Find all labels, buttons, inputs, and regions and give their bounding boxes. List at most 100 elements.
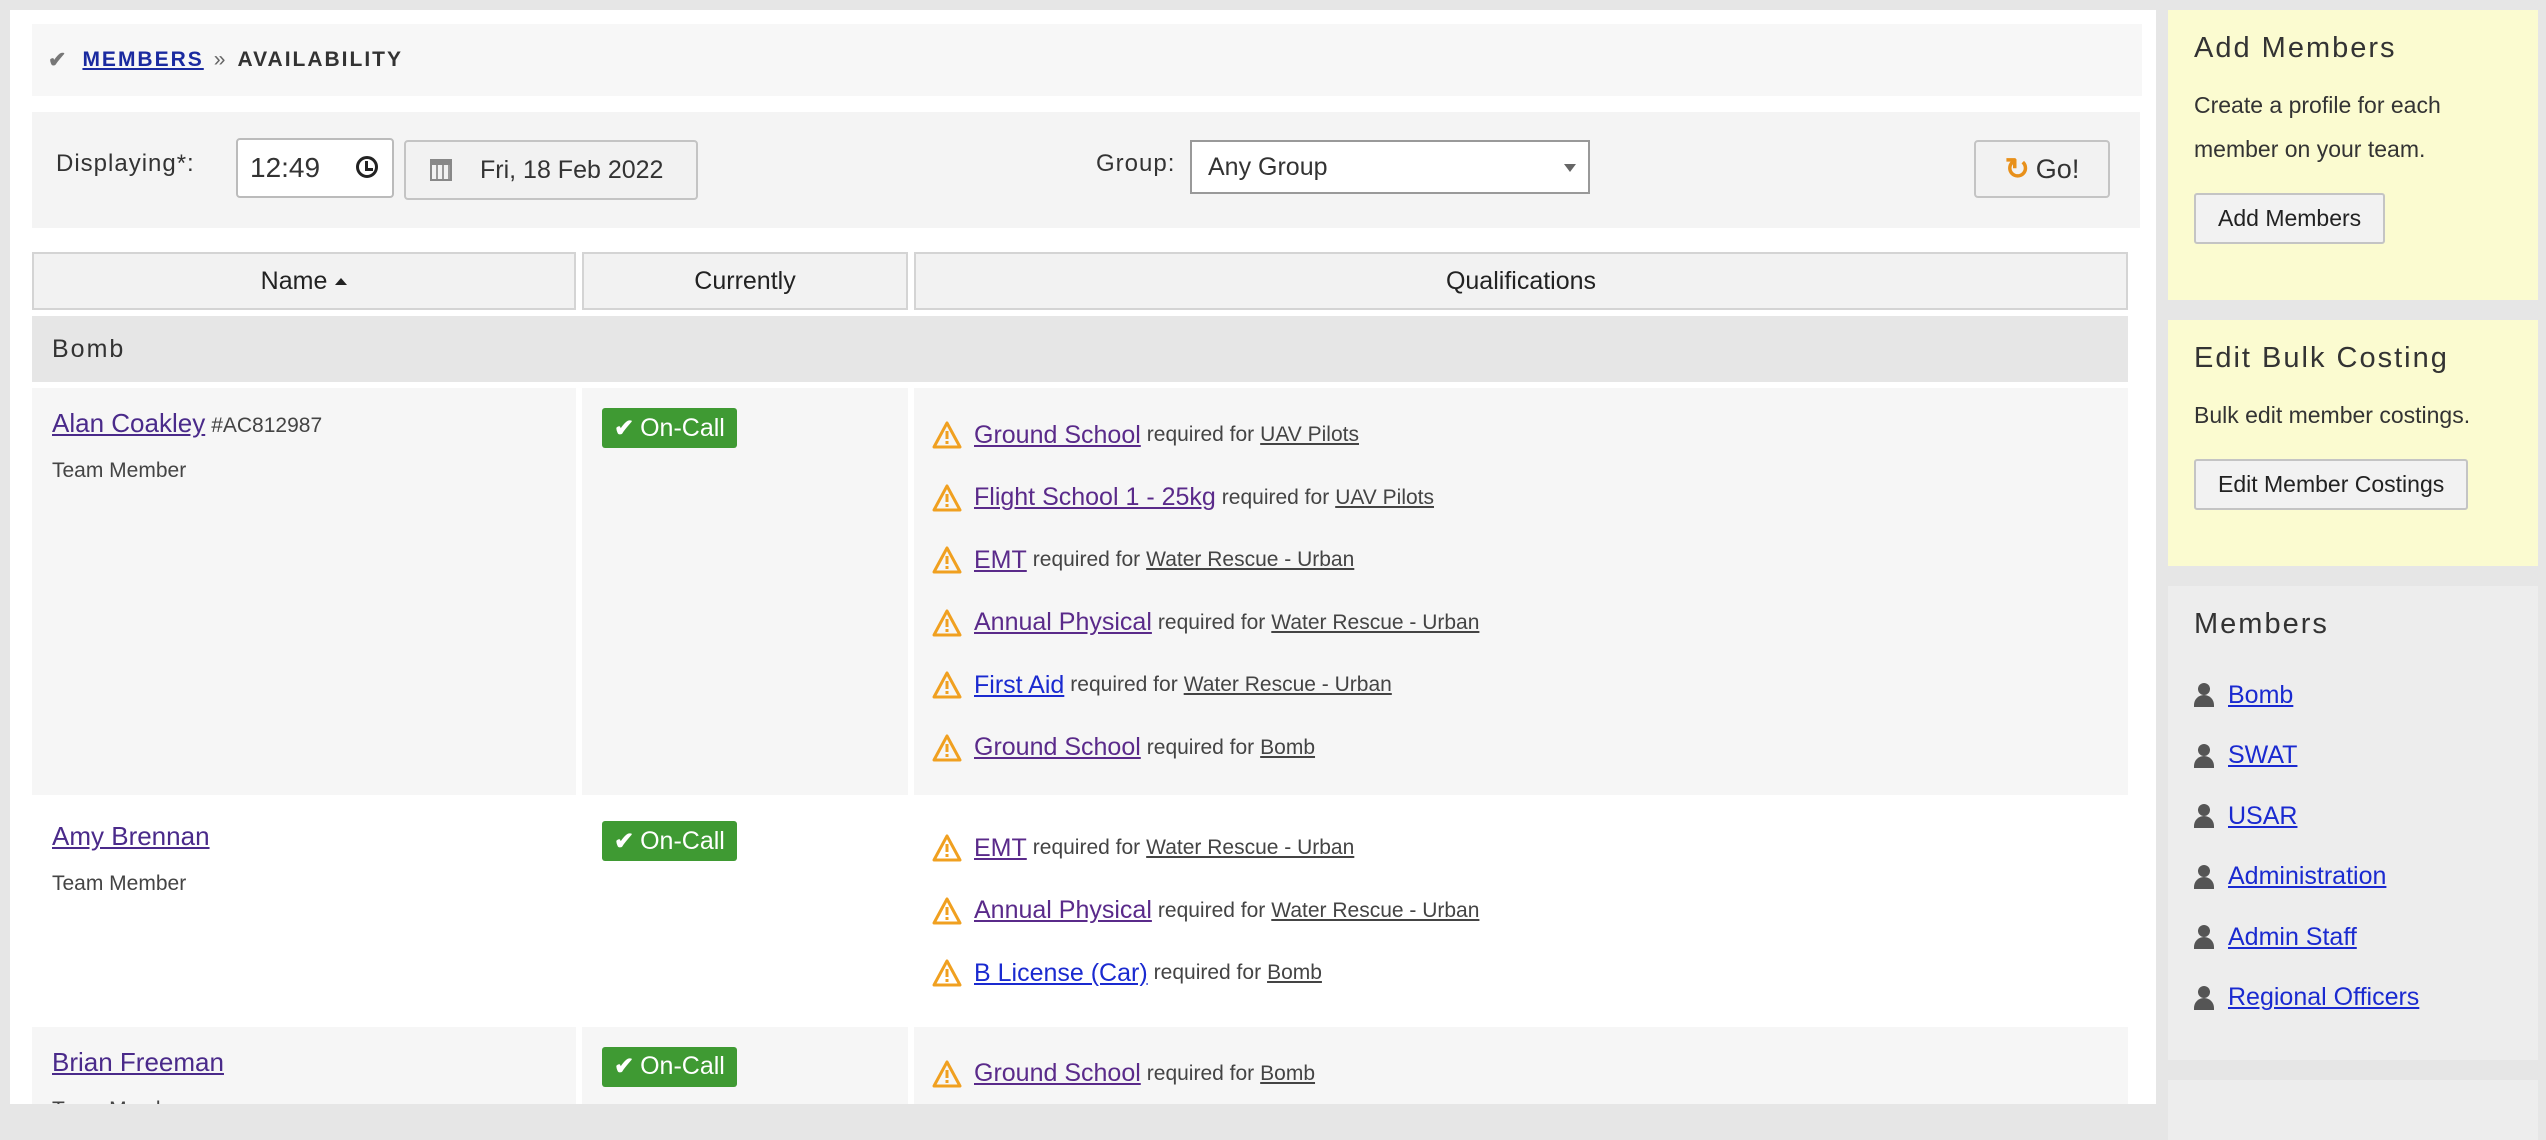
qualification-group-link[interactable]: Water Rescue - Urban xyxy=(1271,611,1479,635)
date-value: Fri, 18 Feb 2022 xyxy=(480,155,664,184)
required-for-text: required for xyxy=(1221,485,1330,509)
qualification-group-link[interactable]: Bomb xyxy=(1260,1062,1315,1086)
qualification-item: EMT required for Water Rescue - Urban xyxy=(930,817,2112,880)
required-for-text: required for xyxy=(1032,836,1141,860)
qualification-group-link[interactable]: UAV Pilots xyxy=(1260,423,1359,447)
table-header: Name Currently Qualifications xyxy=(32,252,2128,310)
date-picker-button[interactable]: Fri, 18 Feb 2022 xyxy=(404,140,698,200)
qualifications-cell: EMT required for Water Rescue - Urban An… xyxy=(914,801,2128,1021)
add-members-button[interactable]: Add Members xyxy=(2194,193,2386,244)
qualification-group-link[interactable]: Water Rescue - Urban xyxy=(1146,548,1354,572)
group-link-usar[interactable]: USAR xyxy=(2228,802,2297,831)
group-link-administration[interactable]: Administration xyxy=(2228,862,2386,891)
go-button[interactable]: ↻ Go! xyxy=(1974,140,2110,198)
qualification-link[interactable]: Ground School xyxy=(974,1059,1141,1088)
required-for-text: required for xyxy=(1157,898,1266,922)
status-label: On-Call xyxy=(640,413,725,442)
required-for-text: required for xyxy=(1157,610,1266,634)
currently-column-header: Currently xyxy=(582,252,908,310)
warning-icon xyxy=(932,897,962,925)
refresh-icon: ↻ xyxy=(2004,152,2030,186)
name-column-header[interactable]: Name xyxy=(32,252,576,310)
bulk-costing-text: Bulk edit member costings. xyxy=(2194,402,2471,428)
warning-icon xyxy=(932,421,962,449)
group-link-admin-staff[interactable]: Admin Staff xyxy=(2228,923,2357,952)
required-for-text: required for xyxy=(1070,673,1178,697)
person-icon xyxy=(2194,925,2214,950)
required-for-text: required for xyxy=(1146,735,1255,759)
edit-member-costings-button[interactable]: Edit Member Costings xyxy=(2194,459,2469,510)
clock-icon[interactable] xyxy=(356,156,378,178)
list-item: Administration xyxy=(2194,847,2512,908)
table-row: Amy Brennan Team Member ✔ On-Call EMT req… xyxy=(32,801,2128,1021)
displaying-label: Displaying*: xyxy=(56,150,195,177)
member-cell: Brian Freeman Team Member xyxy=(32,1026,576,1104)
warning-icon xyxy=(932,484,962,512)
qualification-link[interactable]: Ground School xyxy=(974,421,1141,450)
member-cell: Amy Brennan Team Member xyxy=(32,801,576,1021)
required-for-text: required for xyxy=(1146,423,1255,447)
warning-icon xyxy=(932,734,962,762)
qualification-link[interactable]: B License (Car) xyxy=(974,959,1148,988)
qualification-group-link[interactable]: Bomb xyxy=(1260,736,1315,760)
bulk-costing-title: Edit Bulk Costing xyxy=(2194,342,2449,374)
warning-icon xyxy=(932,546,962,574)
time-input[interactable]: 12:49 xyxy=(236,138,394,198)
member-name-link[interactable]: Amy Brennan xyxy=(52,821,210,851)
qualification-item: First Aid required for Water Rescue - Ur… xyxy=(930,654,2112,717)
group-link-swat[interactable]: SWAT xyxy=(2228,741,2297,770)
check-icon: ✔ xyxy=(48,47,69,72)
member-role: Team Member xyxy=(52,872,187,895)
status-label: On-Call xyxy=(640,826,725,855)
qualification-item: Annual Physical required for Water Rescu… xyxy=(930,592,2112,655)
group-row: Bomb xyxy=(32,316,2128,382)
qualification-item: EMT required for Water Rescue - Urban xyxy=(930,529,2112,592)
go-label: Go! xyxy=(2035,153,2080,184)
group-link-bomb[interactable]: Bomb xyxy=(2228,681,2293,710)
qualification-item: Ground School required for Bomb xyxy=(930,1043,2112,1105)
qualification-group-link[interactable]: Water Rescue - Urban xyxy=(1271,899,1479,923)
qualification-link[interactable]: Ground School xyxy=(974,733,1141,762)
qualification-link[interactable]: EMT xyxy=(974,546,1027,575)
add-members-text: Create a profile for each member on your… xyxy=(2194,92,2441,162)
check-icon: ✔ xyxy=(614,827,635,855)
qualification-item: B License (Car) required for Bomb xyxy=(930,942,2112,1005)
status-cell: ✔ On-Call xyxy=(582,801,908,1021)
sort-asc-icon xyxy=(335,277,348,285)
qualification-group-link[interactable]: Bomb xyxy=(1267,961,1322,985)
person-icon xyxy=(2194,804,2214,829)
qualification-link[interactable]: Flight School 1 - 25kg xyxy=(974,483,1216,512)
sidebar: Add Members Create a profile for each me… xyxy=(2168,10,2538,1140)
warning-icon xyxy=(932,834,962,862)
qualification-link[interactable]: EMT xyxy=(974,834,1027,863)
person-icon xyxy=(2194,864,2214,889)
status-badge: ✔ On-Call xyxy=(602,1046,737,1087)
group-select[interactable]: Any Group xyxy=(1190,140,1590,194)
warning-icon xyxy=(932,1060,962,1088)
availability-table: Name Currently Qualifications Bomb Alan … xyxy=(32,252,2128,1104)
member-role: Team Member xyxy=(52,459,187,482)
qualification-link[interactable]: Annual Physical xyxy=(974,896,1152,925)
add-members-title: Add Members xyxy=(2194,32,2397,64)
member-name-link[interactable]: Alan Coakley xyxy=(52,408,205,438)
qualification-group-link[interactable]: UAV Pilots xyxy=(1335,486,1434,510)
warning-icon xyxy=(932,959,962,987)
member-name-link[interactable]: Brian Freeman xyxy=(52,1047,224,1077)
list-item: SWAT xyxy=(2194,726,2512,787)
qualifications-column-header: Qualifications xyxy=(914,252,2128,310)
qualification-item: Ground School required for Bomb xyxy=(930,717,2112,780)
members-group-list: Bomb SWAT USAR Administration Admin Staf… xyxy=(2194,665,2512,1028)
qualification-group-link[interactable]: Water Rescue - Urban xyxy=(1184,673,1392,697)
warning-icon xyxy=(932,671,962,699)
members-panel: Members Bomb SWAT USAR Administration Ad… xyxy=(2168,586,2538,1060)
status-badge: ✔ On-Call xyxy=(602,408,737,448)
group-link-regional-officers[interactable]: Regional Officers xyxy=(2228,983,2419,1012)
breadcrumb-members-link[interactable]: MEMBERS xyxy=(82,48,203,72)
group-label: Group: xyxy=(1096,150,1176,177)
member-id: #AC812987 xyxy=(211,414,323,437)
name-header-label: Name xyxy=(260,266,328,295)
person-icon xyxy=(2194,743,2214,768)
qualification-link[interactable]: First Aid xyxy=(974,671,1064,700)
qualification-link[interactable]: Annual Physical xyxy=(974,608,1152,637)
qualification-group-link[interactable]: Water Rescue - Urban xyxy=(1146,836,1354,860)
